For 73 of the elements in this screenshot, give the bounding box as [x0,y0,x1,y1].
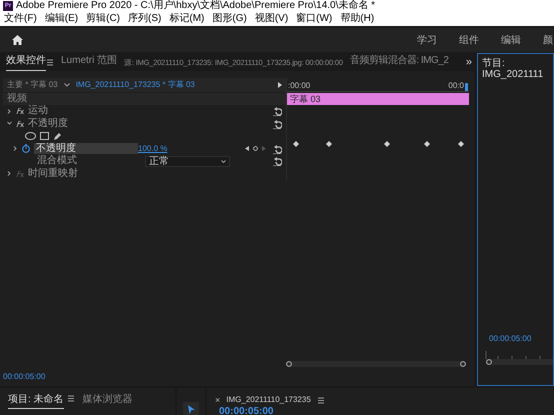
menu-icon [46,58,54,67]
selection-tool-button[interactable] [183,402,199,415]
effect-name: 运动 [28,105,48,118]
dropdown-field[interactable]: 正常 [145,156,230,167]
time-ruler-label: :00:00 [288,81,310,91]
keyframe-icon [326,141,332,147]
effect-name: 时间重映射 [28,168,78,180]
pointer-arrow-icon [188,404,194,414]
menu-item[interactable]: 视图(V) [254,12,288,26]
menu-item[interactable]: 文件(F) [4,12,37,26]
menu-item[interactable]: 图形(G) [212,12,247,26]
chevron-right-icon[interactable] [7,171,12,176]
zoom-handle[interactable] [286,361,292,367]
close-button[interactable]: × [215,395,220,405]
menu-item[interactable]: 剪辑(C) [86,12,120,26]
reset-icon [272,144,282,154]
timecode: 00:00:05:00 [3,371,46,383]
play-icon[interactable] [278,82,282,88]
menu-icon [316,396,325,404]
stopwatch-icon[interactable] [22,144,30,154]
panel-tab[interactable]: 节目: IMG_2021111 [478,54,553,80]
pen-icon[interactable] [53,132,61,141]
keyframe-icon [384,141,390,147]
keyframe-icon [293,141,299,147]
fx-toggle[interactable] [16,170,24,177]
zoom-handle[interactable] [460,361,466,367]
property-name: 混合模式 [37,155,78,168]
chevron-down-icon [221,160,226,163]
effect-name: 不透明度 [28,118,68,130]
zoom-scrollbar[interactable] [286,361,466,367]
menu-item[interactable]: 编辑(E) [44,12,78,26]
clip-bar[interactable]: 字幕 03 [287,93,469,105]
timecode: 00:00:05:00 [218,406,274,415]
panel-tab[interactable]: Lumetri 范围 [61,53,118,71]
workspace-tab[interactable]: 组件 [459,32,479,48]
zoom-handle[interactable] [486,359,492,365]
more-tabs-button[interactable]: » [466,54,472,71]
menu-icon [66,394,75,403]
panel-tab[interactable]: 媒体浏览器 [82,392,133,409]
workspace-tab[interactable]: 编辑 [501,32,521,48]
chevron-right-icon[interactable] [7,108,12,114]
menu-item[interactable]: 序列(S) [128,12,162,26]
fx-toggle[interactable] [16,120,24,127]
ellipse-mask-icon[interactable] [25,132,36,140]
reset-icon [272,118,282,129]
panel-tab[interactable]: 项目: 未命名 [8,392,64,409]
menu-item[interactable]: 帮助(H) [340,12,374,26]
property-name: 不透明度 [34,143,138,154]
menu-item[interactable]: 标记(M) [169,12,204,26]
home-icon[interactable] [12,35,23,45]
menu-item[interactable]: 窗口(W) [296,12,332,26]
chevron-down-icon [64,83,70,87]
workspace-tab[interactable]: 学习 [417,32,437,48]
chevron-down-icon[interactable] [7,121,12,126]
previous-keyframe-icon [245,146,249,152]
reset-icon [272,156,282,166]
master-clip-label: 主要 * 字幕 03 [7,79,58,91]
time-ruler-label: 00:0 [448,81,464,91]
rectangle-mask-icon[interactable] [40,132,49,140]
clip-selector[interactable]: IMG_20211110_173235 * 字幕 03 [76,79,195,91]
next-keyframe-icon [262,146,266,152]
zoom-scrollbar[interactable] [486,359,553,365]
add-keyframe-icon [253,146,258,152]
panel-tab[interactable]: 音频剪辑混合器: IMG_2 [350,53,448,71]
value-field[interactable]: 100.0 % [138,142,168,155]
reset-icon [272,106,282,116]
workspace-tab[interactable]: 颜 [543,32,553,48]
fx-toggle[interactable] [16,108,24,114]
panel-tab[interactable]: IMG_20211110_173235 [226,394,311,406]
keyframe-icon [458,141,464,147]
timecode: 00:00:05:00 [488,333,532,345]
section-label: 视频 [7,93,27,105]
keyframe-icon [424,141,430,147]
